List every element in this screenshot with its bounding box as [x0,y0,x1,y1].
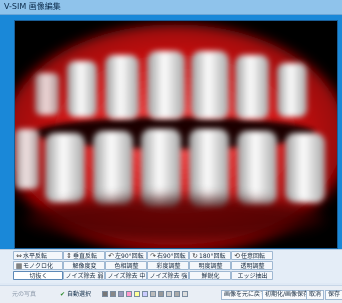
monochrome-button[interactable]: ▦モノクロ化 [13,261,63,270]
transparency-button[interactable]: 透明調整 [231,261,273,270]
image-canvas[interactable] [14,20,338,249]
swatch[interactable] [126,291,132,297]
brightness-button[interactable]: 明度調整 [189,261,231,270]
rotate-right-icon: ↷ [150,252,156,260]
free-rotate-icon: ⟲ [234,252,240,260]
hue-button[interactable]: 色相調整 [105,261,147,270]
sharpen-button[interactable]: 鮮鋭化 [189,271,231,280]
saturation-button[interactable]: 彩度調整 [147,261,189,270]
bottom-bar: 元の写真 ✔ 自動選択 画像を元に戻す 初期化/画像保存 取消 保存 [0,285,342,303]
free-rotate-button[interactable]: ⟲任意回転 [231,251,273,260]
window-title: V-SIM 画像編集 [4,2,61,11]
swatch[interactable] [150,291,156,297]
flip-vertical-button[interactable]: ⇕垂直反転 [63,251,105,260]
rotate-left-90-button[interactable]: ↶左90°回転 [105,251,147,260]
teeth-image [15,21,337,248]
monochrome-icon: ▦ [15,262,23,270]
swatch[interactable] [158,291,164,297]
edit-toolbar: ⇔水平反転 ⇕垂直反転 ↶左90°回転 ↷右90°回転 ↻180°回転 ⟲任意回… [0,249,342,283]
swatch[interactable] [182,291,188,297]
swatch[interactable] [174,291,180,297]
swatch[interactable] [110,291,116,297]
resolution-button[interactable]: 解像度変 [63,261,105,270]
crop-button[interactable]: 切抜く [13,271,63,280]
denoise-weak-button[interactable]: ノイズ除去 弱 [63,271,105,280]
flip-vertical-icon: ⇕ [66,252,72,260]
swatch[interactable] [142,291,148,297]
original-photo-label: 元の写真 [12,291,37,298]
rotate-180-icon: ↻ [192,252,198,260]
image-edit-window: V-SIM 画像編集 ⇔水平反転 ⇕垂直反転 ↶左90°回転 ↷右90°回転 ↻… [0,0,342,303]
swatch[interactable] [118,291,124,297]
rotate-180-button[interactable]: ↻180°回転 [189,251,231,260]
rotate-left-icon: ↶ [108,252,114,260]
swatch[interactable] [102,291,108,297]
save-button[interactable]: 保存 [325,290,342,300]
denoise-medium-button[interactable]: ノイズ除去 中 [105,271,147,280]
check-icon: ✔ [60,291,66,298]
reset-save-button[interactable]: 初期化/画像保存 [262,290,313,300]
upper-teeth [35,51,307,119]
flip-horizontal-button[interactable]: ⇔水平反転 [13,251,63,260]
cancel-button[interactable]: 取消 [306,290,325,300]
swatch[interactable] [134,291,140,297]
title-bar: V-SIM 画像編集 [0,0,342,15]
auto-select-checkbox[interactable]: ✔ 自動選択 [60,290,91,300]
swatch[interactable] [166,291,172,297]
rotate-right-90-button[interactable]: ↷右90°回転 [147,251,189,260]
denoise-strong-button[interactable]: ノイズ除去 強 [147,271,189,280]
flip-horizontal-icon: ⇔ [16,252,22,260]
edge-extract-button[interactable]: エッジ抽出 [231,271,273,280]
